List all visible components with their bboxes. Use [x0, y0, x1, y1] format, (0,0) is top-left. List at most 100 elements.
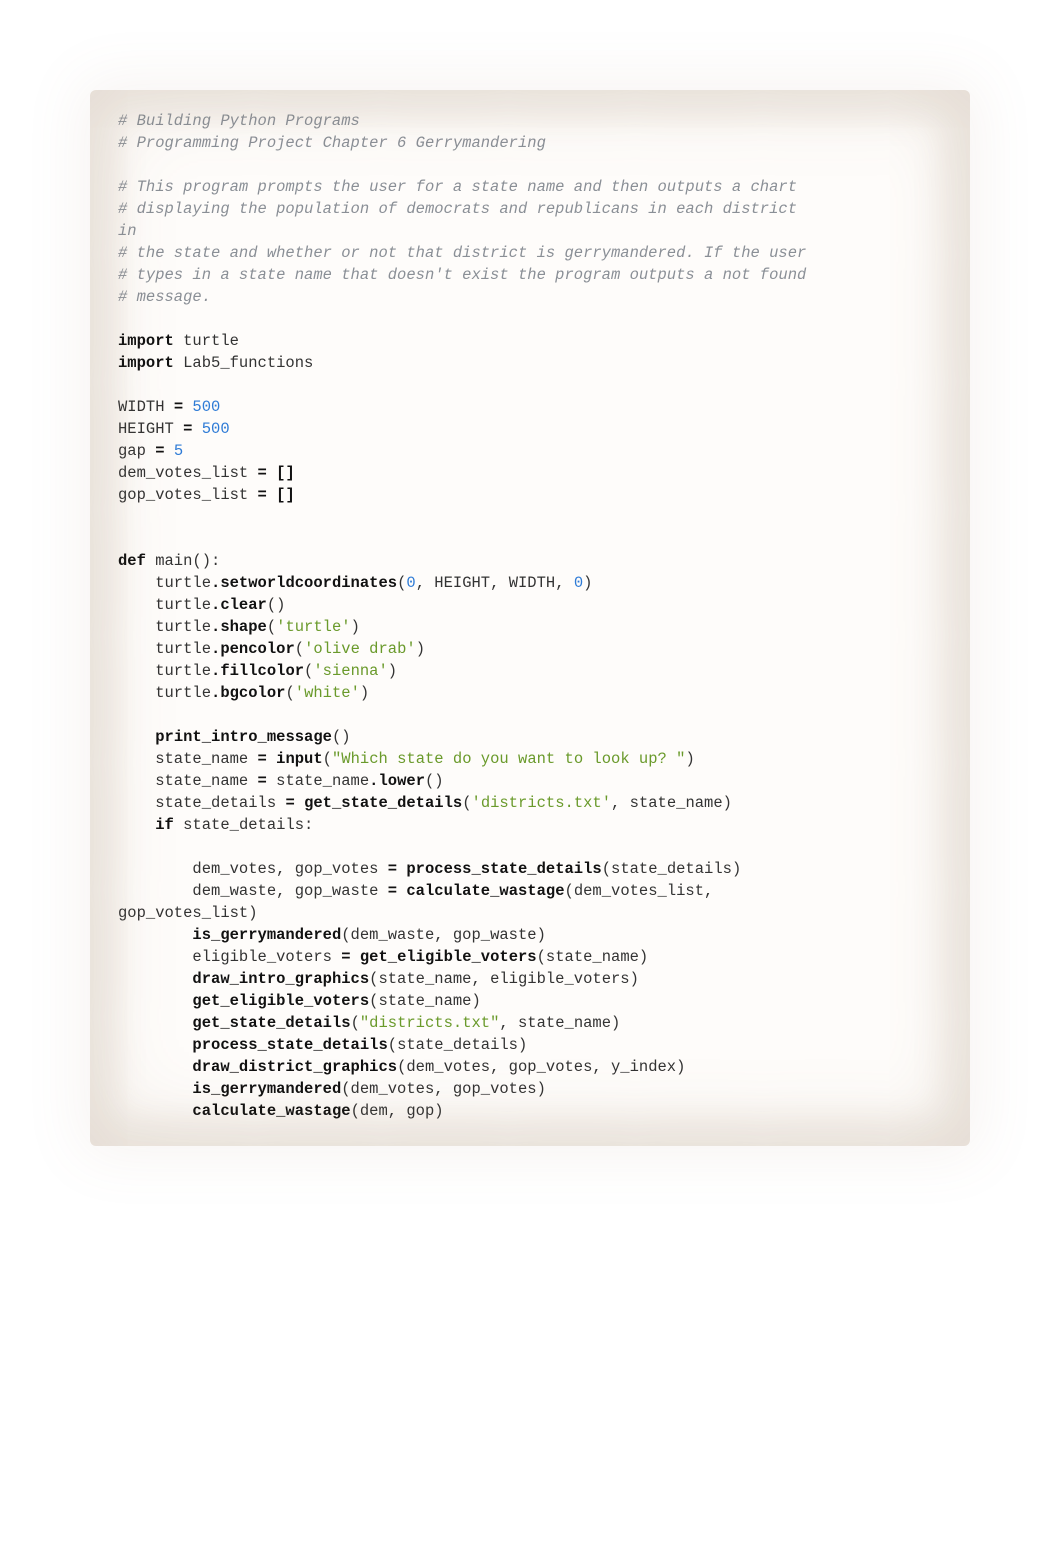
- indent: [118, 1102, 192, 1120]
- code-text: , state_name): [611, 794, 732, 812]
- code-text: state_details: [118, 794, 285, 812]
- method: clear: [220, 596, 267, 614]
- comment-line: # Programming Project Chapter 6 Gerryman…: [118, 134, 546, 152]
- indent: [118, 1036, 192, 1054]
- code-text: ): [351, 618, 360, 636]
- code-text: state_details:: [174, 816, 314, 834]
- code-text: ): [416, 640, 425, 658]
- indent: [118, 728, 155, 746]
- operator: =: [258, 750, 267, 768]
- code-text: ): [388, 662, 397, 680]
- indent: [118, 970, 192, 988]
- code-text: (state_details): [602, 860, 742, 878]
- code-text: gap: [118, 442, 155, 460]
- fn-call: print_intro_message: [155, 728, 332, 746]
- comment-line: # message.: [118, 288, 211, 306]
- comment-line: # This program prompts the user for a st…: [118, 178, 797, 196]
- code-text: turtle: [118, 574, 211, 592]
- code-text: gop_votes_list: [118, 486, 258, 504]
- comment-line: # displaying the population of democrats…: [118, 200, 797, 218]
- code-text: ): [360, 684, 369, 702]
- number: 500: [183, 398, 220, 416]
- code-text: (: [462, 794, 471, 812]
- dot: .: [211, 662, 220, 680]
- code-text: , state_name): [499, 1014, 620, 1032]
- string: 'sienna': [313, 662, 387, 680]
- operator: =: [155, 442, 164, 460]
- comment-line: # types in a state name that doesn't exi…: [118, 266, 806, 284]
- method: fillcolor: [220, 662, 304, 680]
- indent: [118, 816, 155, 834]
- code-text: (state_details): [388, 1036, 528, 1054]
- builtin: input: [276, 750, 323, 768]
- code-text: HEIGHT: [118, 420, 183, 438]
- number: 500: [192, 420, 229, 438]
- string: "districts.txt": [360, 1014, 500, 1032]
- indent: [118, 1080, 192, 1098]
- number: 0: [406, 574, 415, 592]
- method: bgcolor: [220, 684, 285, 702]
- code-text: turtle: [118, 618, 211, 636]
- code-text: state_name: [267, 772, 369, 790]
- operator: =: [258, 464, 267, 482]
- code-text: turtle: [118, 662, 211, 680]
- dot: .: [211, 574, 220, 592]
- keyword: import: [118, 354, 174, 372]
- method: pencolor: [220, 640, 294, 658]
- code-text: turtle: [118, 684, 211, 702]
- keyword: def: [118, 552, 146, 570]
- operator: =: [258, 772, 267, 790]
- fn-call: calculate_wastage: [192, 1102, 350, 1120]
- code-text: (dem, gop): [351, 1102, 444, 1120]
- operator: =: [388, 882, 397, 900]
- brackets: []: [267, 486, 295, 504]
- operator: =: [388, 860, 397, 878]
- fn-call: get_eligible_voters: [192, 992, 369, 1010]
- fn-call: get_state_details: [304, 794, 462, 812]
- string: 'districts.txt': [472, 794, 612, 812]
- code-text: main():: [146, 552, 220, 570]
- code-text: eligible_voters: [118, 948, 341, 966]
- code-text: WIDTH: [118, 398, 174, 416]
- operator: =: [341, 948, 350, 966]
- method: shape: [220, 618, 267, 636]
- comment-line: # Building Python Programs: [118, 112, 360, 130]
- dot: .: [211, 596, 220, 614]
- indent: [118, 1014, 192, 1032]
- indent: [118, 992, 192, 1010]
- fn-call: get_eligible_voters: [360, 948, 537, 966]
- code-text: dem_waste, gop_waste: [118, 882, 388, 900]
- code-text: (dem_waste, gop_waste): [341, 926, 546, 944]
- code-text: (: [295, 640, 304, 658]
- fn-call: draw_district_graphics: [192, 1058, 397, 1076]
- code-text: (dem_votes_list,: [565, 882, 714, 900]
- code-text: (state_name): [369, 992, 481, 1010]
- fn-call: calculate_wastage: [406, 882, 564, 900]
- fn-call: is_gerrymandered: [192, 926, 341, 944]
- code-text: state_name: [118, 750, 258, 768]
- indent: [118, 1058, 192, 1076]
- method: lower: [378, 772, 425, 790]
- page: # Building Python Programs # Programming…: [0, 0, 1062, 1556]
- number: 0: [574, 574, 583, 592]
- code-text: (): [332, 728, 351, 746]
- fn-call: get_state_details: [192, 1014, 350, 1032]
- code-text: ): [685, 750, 694, 768]
- dot: .: [211, 640, 220, 658]
- indent: [118, 926, 192, 944]
- string: 'olive drab': [304, 640, 416, 658]
- operator: =: [174, 398, 183, 416]
- code-text: (: [304, 662, 313, 680]
- brackets: []: [267, 464, 295, 482]
- code-text: (): [425, 772, 444, 790]
- string: 'white': [295, 684, 360, 702]
- code-text: dem_votes, gop_votes: [118, 860, 388, 878]
- code-text: (dem_votes, gop_votes, y_index): [397, 1058, 685, 1076]
- code-text: turtle: [174, 332, 239, 350]
- code-text: , HEIGHT, WIDTH,: [416, 574, 574, 592]
- number: 5: [165, 442, 184, 460]
- comment-line: in: [118, 222, 137, 240]
- code-text: (: [267, 618, 276, 636]
- dot: .: [211, 618, 220, 636]
- keyword: if: [155, 816, 174, 834]
